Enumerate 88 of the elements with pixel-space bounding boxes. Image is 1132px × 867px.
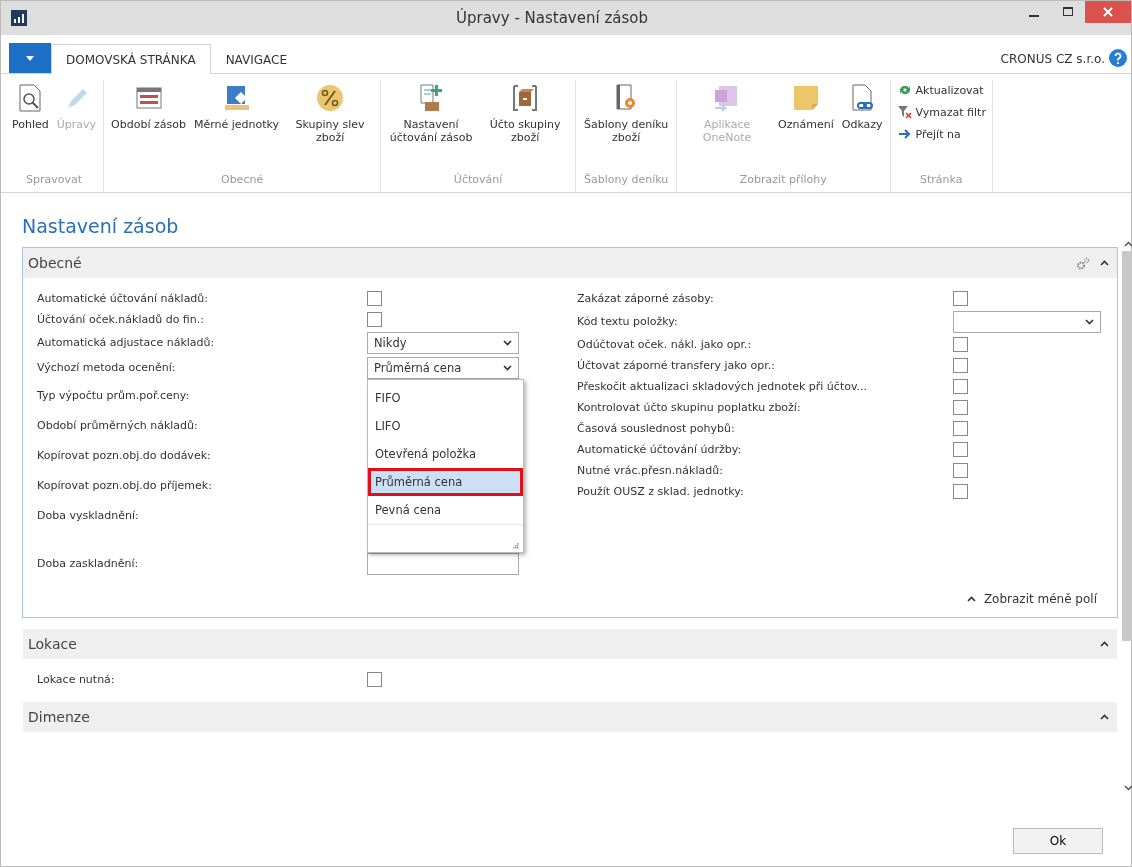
checkbox[interactable] [953,442,968,457]
field-label: Období průměrných nákladů: [37,418,199,432]
ribbon-group-label: Šablony deníku [582,172,670,188]
field-label: Typ výpočtu prům.poř.ceny: [37,388,191,402]
ribbon-tab[interactable]: NAVIGACE [210,44,303,74]
section-header[interactable]: Dimenze [23,702,1117,732]
ribbon-button[interactable]: Oznámení [775,80,837,170]
ribbon-button[interactable]: Pohled [9,80,52,170]
field-label: Použít OUSZ z sklad. jednotky: [577,485,745,498]
help-icon[interactable] [1109,49,1127,67]
field-label: Časová souslednost pohybů: [577,422,736,435]
field-label: Kontrolovat účto skupinu poplatku zboží: [577,401,802,414]
dropdown-field[interactable]: Nikdy [367,331,519,354]
field-label: Automatické účtování nákladů: [37,292,210,305]
company-name: CRONUS CZ s.r.o. [1000,52,1105,66]
checkbox[interactable] [953,400,968,415]
checkbox[interactable] [953,484,968,499]
caret-icon [26,55,34,61]
dropdown-option[interactable]: LIFO [368,411,523,440]
resize-grip-icon[interactable] [512,541,519,549]
collapse-icon[interactable] [1100,260,1109,266]
chevron-down-icon [503,339,512,346]
field-label: Zakázat záporné zásoby: [577,292,715,305]
field-label: Lokace nutná: [37,673,116,686]
ribbon-group-label: Stránka [919,172,964,188]
checkbox[interactable] [367,672,382,687]
ribbon-group-label: Spravovat [25,172,84,188]
ribbon-button[interactable]: Účto skupiny zboží [479,80,572,170]
ribbon-tab[interactable]: DOMOVSKÁ STRÁNKA [51,44,211,74]
field-label: Doba vyskladnění: [37,508,140,522]
field-label: Doba zaskladnění: [37,557,140,570]
field-label: Přeskočit aktualizaci skladových jednotek při účtov... [577,380,869,393]
checkbox[interactable] [953,421,968,436]
maximize-icon [1063,7,1073,17]
collapse-icon[interactable] [1100,641,1109,647]
window-title: Úpravy - Nastavení zásob [456,9,648,27]
dropdown-option[interactable]: Pevná cena [368,495,523,524]
dropdown-option[interactable]: FIFO [368,383,523,412]
checkbox[interactable] [953,358,968,373]
ok-button[interactable]: Ok [1013,828,1103,854]
minimize-icon [1029,15,1039,17]
chevron-down-icon [503,364,512,371]
field-label: Odúčtovat oček. nákl. jako opr.: [577,338,753,351]
ribbon-button[interactable]: Odkazy [838,80,886,170]
field-label: Účtovat záporné transfery jako opr.: [577,359,776,372]
dropdown-field[interactable]: Průměrná cena [367,356,519,379]
field-label: Automatické účtování údržby: [577,443,743,456]
ribbon-button[interactable]: Měrné jednotky [190,80,283,170]
chevron-down-icon [1085,318,1094,325]
ribbon-group-label: Obecné [219,172,265,188]
ribbon-button[interactable]: Šablony deníku zboží [580,80,673,170]
show-fewer-fields-link[interactable]: Zobrazit méně polí [960,591,1103,607]
dropdown-option[interactable]: Otevřená položka [368,439,523,468]
checkbox[interactable] [953,337,968,352]
ribbon-button[interactable]: Vymazat filtr [894,102,988,122]
collapse-icon[interactable] [1100,714,1109,720]
field-label: Kód textu položky: [577,315,679,328]
ribbon-group-label: Zobrazit přílohy [738,172,828,188]
field-label: Výchozí metoda ocenění: [37,361,177,374]
ribbon-button[interactable]: Skupiny slev zboží [284,80,377,170]
chart-icon [11,10,27,26]
clear-filter-icon [896,104,913,120]
dropdown-option[interactable]: Průměrná cena [368,467,523,496]
field-label: Účtování oček.nákladů do fin.: [37,313,205,326]
section-header[interactable]: Lokace [23,629,1117,659]
ribbon-button[interactable]: Období zásob [108,80,189,170]
ribbon-button[interactable]: Přejít na [894,124,988,144]
checkbox[interactable] [953,291,968,306]
checkbox[interactable] [367,312,382,327]
page-title: Nastavení zásob [22,215,180,237]
ribbon-button[interactable]: Nastavení účtování zásob [385,80,478,170]
checkbox[interactable] [953,463,968,478]
scroll-up-icon[interactable] [1123,241,1132,247]
section-header[interactable]: Obecné [23,248,1117,278]
close-icon [1103,7,1113,17]
text-field[interactable] [367,552,519,575]
field-label: Kopírovat pozn.obj.do příjemek: [37,478,213,492]
field-label: Automatická adjustace nákladů: [37,336,216,349]
chevron-up-icon [966,596,976,602]
ribbon-button[interactable]: Aktualizovat [894,80,988,100]
checkbox[interactable] [953,379,968,394]
field-label: Kopírovat pozn.obj.do dodávek: [37,448,212,462]
checkbox[interactable] [367,291,382,306]
field-label: Nutné vrác.přesn.nákladů: [577,464,724,477]
scrollbar[interactable] [1122,241,1132,791]
scroll-down-icon[interactable] [1123,785,1132,791]
dropdown-field[interactable] [953,310,1101,333]
ribbon-group-label: Účtování [452,172,504,188]
